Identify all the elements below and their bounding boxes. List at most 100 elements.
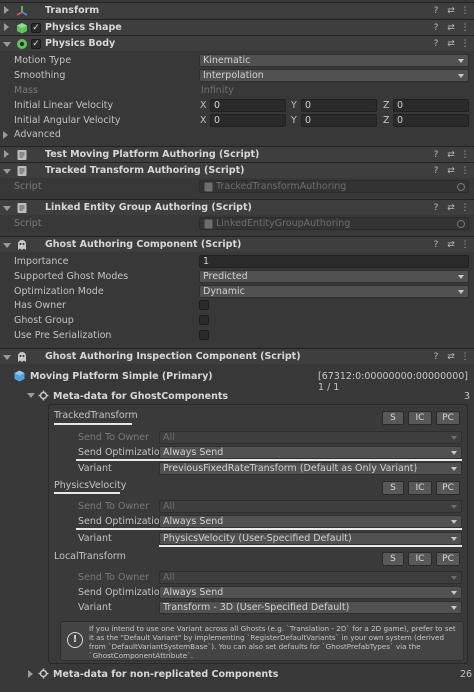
meta-data-title[interactable]: Meta-data for GhostComponents xyxy=(53,391,228,402)
prefab-name: Moving Platform Simple (Primary) xyxy=(30,371,213,382)
advanced-foldout-arrow-icon[interactable] xyxy=(3,131,8,139)
send-to-owner-dropdown[interactable]: All xyxy=(159,571,462,584)
send-to-owner-dropdown[interactable]: All xyxy=(159,500,462,513)
y-axis-label: Y xyxy=(291,100,297,111)
send-optimization-dropdown[interactable]: Always Send xyxy=(159,586,462,599)
object-picker-icon[interactable] xyxy=(457,220,465,228)
context-menu-icon[interactable]: ⋮ xyxy=(460,240,470,250)
meta-foldout-arrow-icon[interactable] xyxy=(27,393,35,398)
send-optimization-label: Send Optimization xyxy=(78,447,166,458)
variant-dropdown[interactable]: PreviousFixedRateTransform (Default as O… xyxy=(159,462,462,475)
transform-header[interactable]: Transform ? ⇄ ⋮ xyxy=(0,2,474,18)
component-title: Ghost Authoring Component (Script) xyxy=(45,239,242,250)
ghost-icon xyxy=(18,240,26,250)
help-icon[interactable]: ? xyxy=(431,23,441,33)
send-to-owner-dropdown[interactable]: All xyxy=(159,431,462,444)
help-icon[interactable]: ? xyxy=(431,150,441,160)
linear-velocity-z-field[interactable]: 0 xyxy=(393,99,469,112)
z-axis-label: Z xyxy=(383,100,390,111)
help-icon[interactable]: ? xyxy=(431,6,441,16)
non-replicated-title[interactable]: Meta-data for non-replicated Components xyxy=(53,669,278,680)
enabled-checkbox[interactable]: ✓ xyxy=(31,23,41,33)
send-optimization-dropdown[interactable]: Always Send xyxy=(159,515,462,528)
context-menu-icon[interactable]: ⋮ xyxy=(460,166,470,176)
send-optimization-dropdown[interactable]: Always Send xyxy=(159,446,462,459)
use-pre-serialization-checkbox[interactable] xyxy=(199,330,209,340)
initial-angular-velocity-label: Initial Angular Velocity xyxy=(14,115,121,126)
presets-icon[interactable]: ⇄ xyxy=(446,6,456,16)
info-exclamation-icon: ! xyxy=(67,632,83,648)
ghost-inspection-header[interactable]: Ghost Authoring Inspection Component (Sc… xyxy=(0,348,474,364)
interpolated-client-toggle-button[interactable]: IC xyxy=(408,552,432,566)
predicted-client-toggle-button[interactable]: PC xyxy=(436,481,460,495)
context-menu-icon[interactable]: ⋮ xyxy=(460,6,470,16)
context-menu-icon[interactable]: ⋮ xyxy=(460,150,470,160)
server-toggle-button[interactable]: S xyxy=(382,481,404,495)
nonrep-foldout-arrow-icon[interactable] xyxy=(28,670,33,678)
presets-icon[interactable]: ⇄ xyxy=(446,23,456,33)
interpolated-client-toggle-button[interactable]: IC xyxy=(408,481,432,495)
tracked-transform-header[interactable]: Tracked Transform Authoring (Script) ? ⇄… xyxy=(0,162,474,178)
presets-icon[interactable]: ⇄ xyxy=(446,352,456,362)
has-owner-checkbox[interactable] xyxy=(199,300,209,310)
enabled-checkbox[interactable]: ✓ xyxy=(31,39,41,49)
variant-label: Variant xyxy=(78,533,112,544)
motion-type-dropdown[interactable]: Kinematic xyxy=(199,54,469,67)
server-toggle-button[interactable]: S xyxy=(382,552,404,566)
collapse-arrow-icon[interactable] xyxy=(3,206,11,211)
info-help-box: ! If you intend to use one Variant acros… xyxy=(60,621,464,661)
ghost-group-checkbox[interactable] xyxy=(199,315,209,325)
angular-velocity-x-field[interactable]: 0 xyxy=(210,114,286,127)
presets-icon[interactable]: ⇄ xyxy=(446,240,456,250)
variant-dropdown[interactable]: Transform - 3D (User-Specified Default) xyxy=(159,601,462,614)
context-menu-icon[interactable]: ⋮ xyxy=(460,39,470,49)
predicted-client-toggle-button[interactable]: PC xyxy=(436,411,460,425)
ghost-authoring-header[interactable]: Ghost Authoring Component (Script) ? ⇄ ⋮ xyxy=(0,236,474,252)
help-icon[interactable]: ? xyxy=(431,203,441,213)
advanced-foldout[interactable]: Advanced xyxy=(14,129,61,140)
interpolated-client-toggle-button[interactable]: IC xyxy=(408,411,432,425)
context-menu-icon[interactable]: ⋮ xyxy=(460,352,470,362)
help-icon[interactable]: ? xyxy=(431,166,441,176)
linear-velocity-y-field[interactable]: 0 xyxy=(301,99,377,112)
collapse-arrow-icon[interactable] xyxy=(3,243,11,248)
z-axis-label: Z xyxy=(383,115,390,126)
predicted-client-toggle-button[interactable]: PC xyxy=(436,552,460,566)
collapse-arrow-icon[interactable] xyxy=(3,355,11,360)
angular-velocity-z-field[interactable]: 0 xyxy=(393,114,469,127)
help-icon[interactable]: ? xyxy=(431,352,441,362)
help-icon[interactable]: ? xyxy=(431,39,441,49)
script-label: Script xyxy=(14,181,42,192)
physics-body-header[interactable]: ✓ Physics Body ? ⇄ ⋮ xyxy=(0,35,474,51)
presets-icon[interactable]: ⇄ xyxy=(446,203,456,213)
context-menu-icon[interactable]: ⋮ xyxy=(460,203,470,213)
help-icon[interactable]: ? xyxy=(431,240,441,250)
presets-icon[interactable]: ⇄ xyxy=(446,39,456,49)
importance-field[interactable]: 1 xyxy=(199,255,469,268)
variant-dropdown[interactable]: PhysicsVelocity (User-Specified Default) xyxy=(159,532,462,545)
physics-shape-header[interactable]: ✓ Physics Shape ? ⇄ ⋮ xyxy=(0,19,474,35)
server-toggle-button[interactable]: S xyxy=(382,411,404,425)
has-owner-label: Has Owner xyxy=(14,300,66,311)
object-picker-icon[interactable] xyxy=(457,183,465,191)
supported-ghost-modes-label: Supported Ghost Modes xyxy=(14,271,129,282)
collapse-arrow-icon[interactable] xyxy=(3,42,11,47)
supported-ghost-modes-dropdown[interactable]: Predicted xyxy=(199,270,469,283)
presets-icon[interactable]: ⇄ xyxy=(446,150,456,160)
context-menu-icon[interactable]: ⋮ xyxy=(460,23,470,33)
optimization-mode-dropdown[interactable]: Dynamic xyxy=(199,285,469,298)
send-optimization-label: Send Optimization xyxy=(78,587,166,598)
linear-velocity-x-field[interactable]: 0 xyxy=(210,99,286,112)
smoothing-dropdown[interactable]: Interpolation xyxy=(199,69,469,82)
collapse-arrow-icon[interactable] xyxy=(4,23,9,31)
angular-velocity-y-field[interactable]: 0 xyxy=(301,114,377,127)
variant-label: Variant xyxy=(78,463,112,474)
collapse-arrow-icon[interactable] xyxy=(3,169,11,174)
test-moving-platform-header[interactable]: Test Moving Platform Authoring (Script) … xyxy=(0,146,474,162)
presets-icon[interactable]: ⇄ xyxy=(446,166,456,176)
non-replicated-count: 26 xyxy=(460,669,473,680)
linked-entity-group-header[interactable]: Linked Entity Group Authoring (Script) ?… xyxy=(0,199,474,215)
script-icon xyxy=(17,150,27,160)
collapse-arrow-icon[interactable] xyxy=(4,6,9,14)
collapse-arrow-icon[interactable] xyxy=(4,150,9,158)
